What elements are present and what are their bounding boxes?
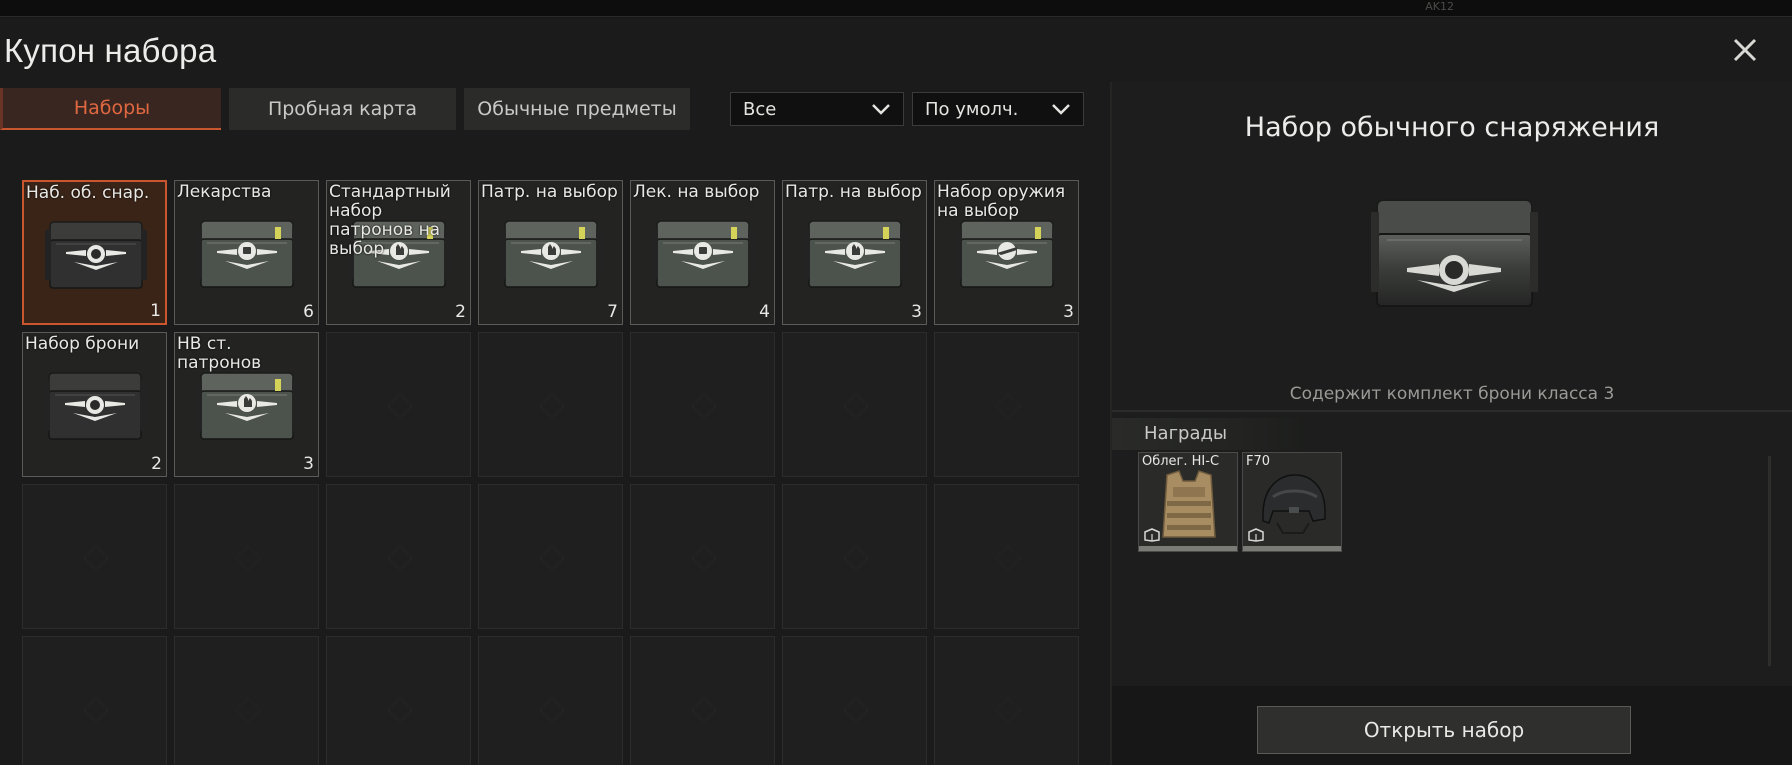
empty-slot [934, 484, 1079, 629]
equipment-crate-image [1371, 199, 1538, 307]
kit-slot[interactable]: Лекарства 6 [174, 180, 319, 325]
empty-slot [326, 636, 471, 765]
empty-slot [934, 636, 1079, 765]
kit-name: Набор брони [25, 334, 140, 354]
kit-name: HB ст. патронов [177, 334, 262, 373]
background-text: AK12 [1425, 0, 1454, 13]
kit-name: Наб. об. снар. [26, 183, 150, 203]
crate-image [196, 372, 298, 440]
top-strip: AK12 [0, 0, 1792, 17]
kit-count: 7 [607, 302, 618, 322]
crate-image [44, 372, 146, 440]
kit-name: Лек. на выбор [633, 182, 760, 202]
empty-slot [630, 332, 775, 477]
empty-slot [174, 636, 319, 765]
helmet-icon [1262, 474, 1326, 534]
separator [1112, 410, 1792, 412]
kit-slot[interactable]: Набор оружия на выбор 3 [934, 180, 1079, 325]
reward-vest[interactable]: Облег. HI-C [1138, 452, 1238, 552]
kit-name: Стандартный набор патронов на выбор [329, 182, 451, 259]
kit-name: Набор оружия на выбор [937, 182, 1066, 221]
kit-slot[interactable]: HB ст. патронов 3 [174, 332, 319, 477]
box-icon [1248, 528, 1264, 542]
kit-slot[interactable]: Патр. на выбор 3 [782, 180, 927, 325]
kit-name: Лекарства [177, 182, 272, 202]
kit-description: Содержит комплект брони класса 3 [1289, 384, 1615, 404]
empty-slot [782, 636, 927, 765]
sort-dropdown[interactable]: По умолч. [912, 92, 1084, 126]
kit-coupon-window: Купон набора Наборы Пробная карта Обычны… [0, 18, 1792, 765]
crate-image [500, 220, 602, 288]
kit-count: 3 [303, 454, 314, 474]
kit-count: 3 [911, 302, 922, 322]
empty-slot [22, 636, 167, 765]
window-title: Купон набора [4, 32, 217, 69]
empty-slot [22, 484, 167, 629]
crate-image [652, 220, 754, 288]
kit-count: 3 [1063, 302, 1074, 322]
rarity-bar [1243, 546, 1341, 551]
rewards-scrollbar[interactable] [1768, 456, 1771, 666]
close-icon [1733, 38, 1757, 62]
category-filter-dropdown[interactable]: Все [730, 92, 904, 126]
kit-slot[interactable]: Набор брони 2 [22, 332, 167, 477]
empty-slot [478, 484, 623, 629]
item-grid: Наб. об. снар. 1 Лекарства 6 Стандартный наб… [22, 180, 1082, 765]
empty-slot [934, 332, 1079, 477]
reward-name: F70 [1246, 454, 1271, 469]
kit-slot[interactable]: Стандартный набор патронов на выбор 2 [326, 180, 471, 325]
kit-name: Патр. на выбор [785, 182, 922, 202]
crate-image [956, 220, 1058, 288]
tab-kits[interactable]: Наборы [0, 88, 221, 130]
kit-name: Патр. на выбор [481, 182, 618, 202]
crate-image [804, 220, 906, 288]
empty-slot [478, 636, 623, 765]
rewards-header: Награды [1112, 418, 1307, 450]
rarity-bar [1139, 546, 1237, 551]
box-icon [1144, 528, 1160, 542]
vest-icon [1162, 470, 1216, 538]
category-filter-value: Все [743, 98, 777, 120]
kit-count: 6 [303, 302, 314, 322]
reward-name: Облег. HI-C [1142, 454, 1220, 469]
kit-count: 2 [455, 302, 466, 322]
kit-count: 2 [151, 454, 162, 474]
kit-count: 4 [759, 302, 770, 322]
kit-count: 1 [150, 301, 161, 321]
empty-slot [630, 636, 775, 765]
action-bar: Открыть набор [1112, 686, 1792, 765]
kit-slot[interactable]: Наб. об. снар. 1 [22, 180, 167, 325]
empty-slot [630, 484, 775, 629]
chevron-down-icon [1052, 104, 1070, 115]
empty-slot [326, 484, 471, 629]
kit-slot[interactable]: Патр. на выбор 7 [478, 180, 623, 325]
empty-slot [326, 332, 471, 477]
chevron-down-icon [872, 104, 890, 115]
crate-image [45, 221, 147, 289]
inventory-panel: Наборы Пробная карта Обычные предметы Вс… [0, 82, 1110, 765]
empty-slot [782, 332, 927, 477]
details-panel: Набор обычного снаряжения Содержит компл… [1112, 82, 1792, 765]
rewards-label: Награды [1144, 423, 1228, 444]
empty-slot [478, 332, 623, 477]
empty-slot [174, 484, 319, 629]
empty-slot [782, 484, 927, 629]
open-kit-button[interactable]: Открыть набор [1257, 706, 1631, 754]
kit-slot[interactable]: Лек. на выбор 4 [630, 180, 775, 325]
crate-image [196, 220, 298, 288]
tab-regular-items[interactable]: Обычные предметы [464, 88, 690, 130]
sort-value: По умолч. [925, 98, 1019, 120]
close-button[interactable] [1728, 33, 1762, 67]
tab-trial-card[interactable]: Пробная карта [229, 88, 456, 130]
reward-helmet[interactable]: F70 [1242, 452, 1342, 552]
kit-title: Набор обычного снаряжения [1244, 112, 1660, 143]
